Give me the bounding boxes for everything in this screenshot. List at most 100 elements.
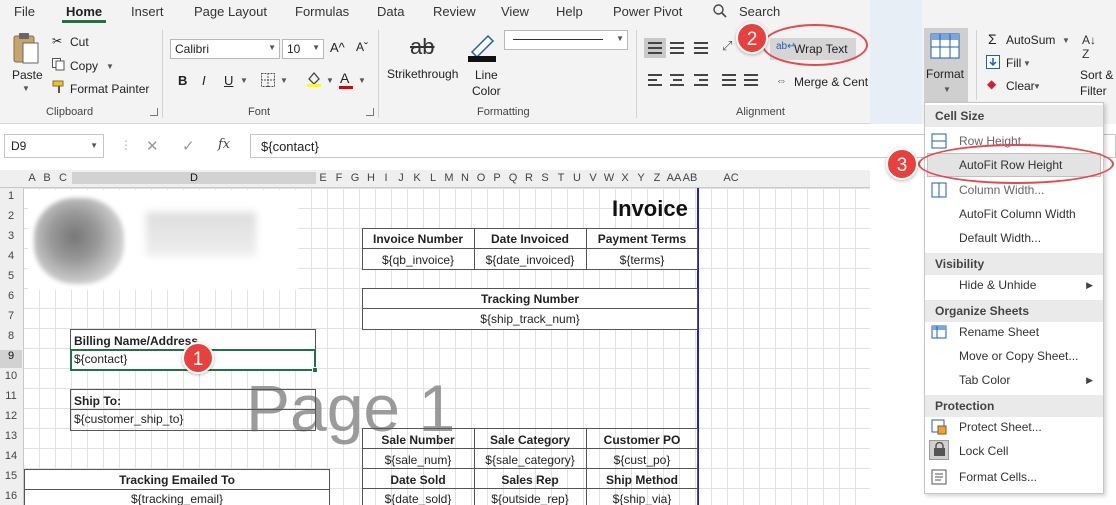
- shrink-font-button[interactable]: Aˇ: [356, 40, 368, 54]
- menu-rename-sheet[interactable]: Rename Sheet: [959, 325, 1039, 339]
- col-header[interactable]: Q: [506, 172, 520, 184]
- decrease-indent-icon[interactable]: [722, 74, 736, 86]
- ship-method-value[interactable]: ${ship_via}: [586, 492, 698, 505]
- fill-color-dropdown-icon[interactable]: ▼: [326, 76, 334, 85]
- ship-to-value[interactable]: ${customer_ship_to}: [74, 412, 183, 426]
- col-header[interactable]: G: [348, 172, 362, 184]
- row-header[interactable]: 4: [0, 250, 22, 262]
- col-header[interactable]: AB: [682, 172, 698, 184]
- col-header[interactable]: I: [380, 172, 392, 184]
- top-align-icon[interactable]: [648, 42, 662, 54]
- clear-button[interactable]: Clear: [1006, 79, 1035, 93]
- col-header[interactable]: L: [426, 172, 440, 184]
- customer-po-value[interactable]: ${cust_po}: [586, 453, 698, 467]
- col-header[interactable]: W: [602, 172, 616, 184]
- col-header[interactable]: A: [26, 172, 38, 184]
- col-header[interactable]: Y: [634, 172, 648, 184]
- col-header[interactable]: H: [364, 172, 378, 184]
- date-invoiced-value[interactable]: ${date_invoiced}: [474, 253, 586, 267]
- font-color-icon[interactable]: A: [340, 70, 349, 86]
- row-header[interactable]: 1: [0, 190, 22, 202]
- search-box[interactable]: Search: [739, 4, 780, 19]
- bold-button[interactable]: B: [178, 73, 187, 88]
- merge-center-button[interactable]: Merge & Cent: [794, 75, 868, 89]
- tab-file[interactable]: File: [14, 4, 35, 19]
- cut-button[interactable]: Cut: [70, 35, 89, 49]
- row-header[interactable]: 7: [0, 310, 22, 322]
- tracking-number-value[interactable]: ${ship_track_num}: [362, 312, 698, 326]
- col-header[interactable]: X: [618, 172, 632, 184]
- col-header[interactable]: O: [474, 172, 488, 184]
- col-header[interactable]: B: [41, 172, 53, 184]
- menu-hide-unhide[interactable]: Hide & Unhide: [959, 278, 1036, 292]
- font-name-combo[interactable]: Calibri ▼: [170, 39, 280, 59]
- row-header[interactable]: 3: [0, 230, 22, 242]
- sale-number-value[interactable]: ${sale_num}: [362, 453, 474, 467]
- row-header[interactable]: 10: [0, 370, 22, 382]
- increase-indent-icon[interactable]: [744, 74, 758, 86]
- col-header[interactable]: R: [522, 172, 536, 184]
- col-header[interactable]: P: [490, 172, 504, 184]
- invoice-number-value[interactable]: ${qb_invoice}: [362, 253, 474, 267]
- col-header[interactable]: E: [316, 172, 330, 184]
- col-header[interactable]: Z: [650, 172, 664, 184]
- font-color-dropdown-icon[interactable]: ▼: [358, 76, 366, 85]
- line-color-pen-icon[interactable]: [466, 32, 498, 65]
- col-header[interactable]: AA: [666, 172, 682, 184]
- menu-default-width[interactable]: Default Width...: [959, 231, 1041, 245]
- row-header[interactable]: 5: [0, 270, 22, 282]
- row-header[interactable]: 12: [0, 410, 22, 422]
- menu-protect-sheet[interactable]: Protect Sheet...: [959, 420, 1042, 434]
- col-header[interactable]: F: [332, 172, 346, 184]
- date-sold-value[interactable]: ${date_sold}: [362, 492, 474, 505]
- fill-button[interactable]: Fill: [1006, 56, 1021, 70]
- row-header[interactable]: 16: [0, 490, 22, 502]
- payment-terms-value[interactable]: ${terms}: [586, 253, 698, 267]
- row-header[interactable]: 6: [0, 290, 22, 302]
- col-header[interactable]: K: [410, 172, 424, 184]
- clipboard-launcher-icon[interactable]: [150, 108, 158, 116]
- menu-autofit-column-width[interactable]: AutoFit Column Width: [959, 207, 1076, 221]
- font-size-combo[interactable]: 10 ▼: [282, 39, 324, 59]
- align-right-icon[interactable]: [694, 74, 708, 86]
- format-dropdown-icon[interactable]: ▼: [943, 85, 951, 94]
- col-header[interactable]: N: [458, 172, 472, 184]
- line-style-combo[interactable]: ▼: [504, 30, 628, 50]
- cancel-icon[interactable]: ✕: [146, 137, 159, 155]
- tracking-emailed-value[interactable]: ${tracking_email}: [24, 492, 330, 505]
- col-header[interactable]: J: [394, 172, 408, 184]
- tab-page-layout[interactable]: Page Layout: [194, 4, 267, 19]
- fill-dropdown-icon[interactable]: ▼: [1023, 59, 1031, 68]
- row-header[interactable]: 2: [0, 210, 22, 222]
- italic-button[interactable]: I: [202, 73, 206, 88]
- strikethrough-button[interactable]: Strikethrough: [387, 67, 458, 81]
- row-header[interactable]: 15: [0, 470, 22, 482]
- borders-dropdown-icon[interactable]: ▼: [280, 76, 288, 85]
- orientation-icon[interactable]: ⤢: [722, 38, 732, 54]
- menu-lock-cell[interactable]: Lock Cell: [959, 444, 1008, 458]
- autosum-button[interactable]: AutoSum: [1006, 33, 1055, 47]
- tab-insert[interactable]: Insert: [131, 4, 164, 19]
- paste-icon[interactable]: [12, 32, 40, 69]
- paste-dropdown-icon[interactable]: ▼: [22, 84, 30, 93]
- bottom-align-icon[interactable]: [694, 42, 708, 54]
- col-header[interactable]: M: [442, 172, 456, 184]
- menu-move-copy-sheet[interactable]: Move or Copy Sheet...: [959, 349, 1078, 363]
- sale-category-value[interactable]: ${sale_category}: [474, 453, 586, 467]
- worksheet-grid[interactable]: A B C D E F G H I J K L M N O P Q R S T …: [0, 170, 870, 505]
- col-header[interactable]: U: [570, 172, 584, 184]
- sales-rep-value[interactable]: ${outside_rep}: [474, 492, 586, 505]
- grow-font-button[interactable]: A^: [330, 40, 345, 55]
- col-header[interactable]: AC: [700, 172, 762, 184]
- tab-help[interactable]: Help: [556, 4, 583, 19]
- fill-color-icon[interactable]: [305, 70, 323, 91]
- tab-home[interactable]: Home: [66, 4, 102, 19]
- font-launcher-icon[interactable]: [366, 108, 374, 116]
- underline-button[interactable]: U: [224, 73, 233, 88]
- align-left-icon[interactable]: [648, 74, 662, 86]
- tab-data[interactable]: Data: [377, 4, 404, 19]
- formula-bar-options-icon[interactable]: ⋮: [120, 138, 132, 152]
- paste-button[interactable]: Paste: [12, 68, 43, 82]
- underline-dropdown-icon[interactable]: ▼: [240, 76, 248, 85]
- row-header[interactable]: 8: [0, 330, 22, 342]
